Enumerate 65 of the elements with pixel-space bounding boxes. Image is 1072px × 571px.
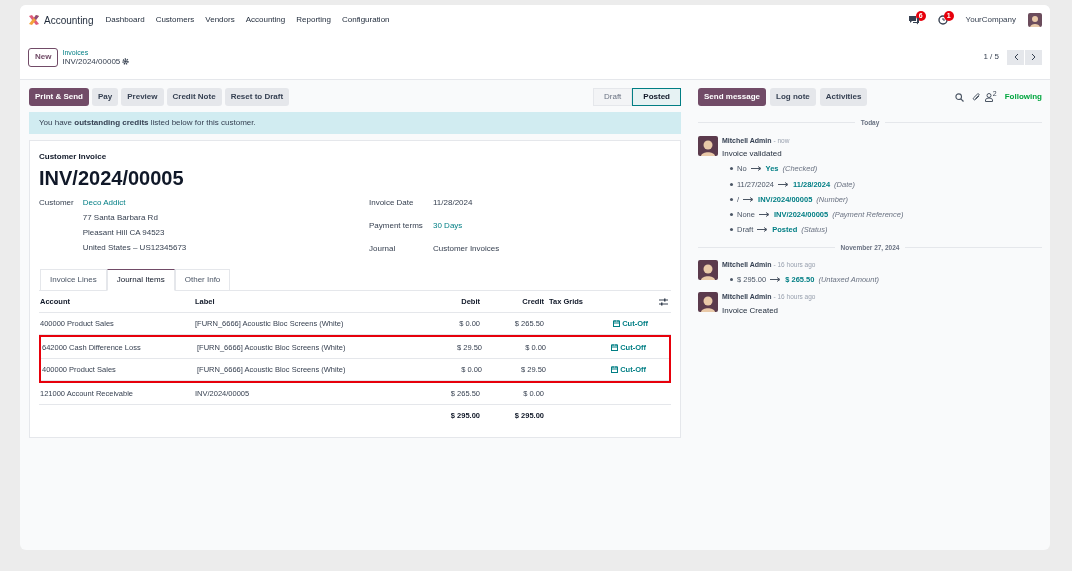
app-logo-icon[interactable]: [28, 14, 40, 26]
status-stage[interactable]: Posted: [632, 88, 681, 106]
action-button[interactable]: Preview: [121, 88, 164, 106]
gear-icon[interactable]: [122, 58, 130, 65]
pager-text: 1 / 5: [983, 51, 999, 63]
chatter-button[interactable]: Log note: [770, 88, 816, 106]
avatar-icon: [698, 260, 718, 281]
address-line: 77 Santa Barbara Rd: [82, 212, 159, 224]
field-label: Journal: [369, 243, 397, 255]
next-button[interactable]: [1025, 49, 1042, 65]
message-text: Invoice validated: [722, 148, 783, 161]
action-button[interactable]: Credit Note: [166, 88, 222, 106]
arrow-icon: [758, 212, 770, 218]
menu-item[interactable]: Accounting: [245, 14, 286, 26]
calendar-icon: [611, 344, 619, 351]
menu-item[interactable]: Reporting: [296, 14, 331, 26]
menu-item[interactable]: Configuration: [341, 14, 390, 26]
app-name[interactable]: Accounting: [44, 12, 94, 28]
chatter-button[interactable]: Activities: [819, 88, 868, 106]
tab[interactable]: Journal Items: [106, 269, 175, 291]
invoice-number: INV/2024/00005: [39, 166, 185, 191]
avatar-icon: [698, 135, 718, 156]
arrow-icon: [757, 227, 769, 233]
address-line: Pleasant Hill CA 94523: [82, 227, 166, 239]
invoice-type: Customer Invoice: [39, 151, 108, 163]
search-icon[interactable]: [954, 92, 964, 102]
calendar-icon: [611, 366, 619, 373]
user-icon[interactable]: [984, 92, 993, 102]
status-stage[interactable]: Draft: [593, 88, 633, 106]
menu-item[interactable]: Customers: [155, 14, 195, 26]
tab[interactable]: Invoice Lines: [40, 269, 107, 291]
paperclip-icon[interactable]: [971, 92, 981, 102]
message-text: Invoice Created: [722, 304, 780, 317]
clock-icon[interactable]: [937, 15, 948, 25]
alert-banner: You have outstanding credits listed below for this customer.: [29, 112, 681, 134]
chevron-right-icon: [1030, 53, 1037, 61]
new-button[interactable]: New: [28, 47, 59, 67]
chat-icon[interactable]: [907, 15, 920, 25]
address-line: United States – US12345673: [82, 242, 187, 254]
calendar-icon: [613, 320, 621, 327]
company-name[interactable]: YourCompany: [965, 14, 1016, 26]
field-value: 11/28/2024: [433, 197, 473, 209]
field-value: Customer Invoices: [433, 243, 500, 255]
chevron-left-icon: [1012, 53, 1019, 61]
action-button[interactable]: Print & Send: [29, 88, 89, 106]
previous-button[interactable]: [1007, 49, 1024, 65]
settings-icon[interactable]: [659, 297, 668, 306]
tab[interactable]: Other Info: [174, 269, 231, 291]
arrow-icon: [743, 196, 755, 202]
field-label: Invoice Date: [369, 197, 415, 209]
chatter-button[interactable]: Send message: [698, 88, 767, 106]
field-label: Customer: [39, 197, 74, 209]
field-link[interactable]: 30 Days: [433, 220, 463, 232]
action-button[interactable]: Reset to Draft: [224, 88, 290, 106]
arrow-icon: [778, 181, 789, 187]
field-label: Payment terms: [369, 220, 424, 232]
menu-item[interactable]: Dashboard: [105, 14, 145, 26]
customer-link[interactable]: Deco Addict: [82, 197, 187, 209]
avatar-icon: [698, 292, 718, 312]
avatar-icon[interactable]: [1028, 13, 1042, 27]
menu-item[interactable]: Vendors: [205, 14, 235, 26]
arrow-icon: [770, 276, 782, 282]
arrow-icon: [750, 166, 762, 172]
record-title: INV/2024/00005: [62, 57, 121, 66]
action-button[interactable]: Pay: [92, 88, 119, 106]
